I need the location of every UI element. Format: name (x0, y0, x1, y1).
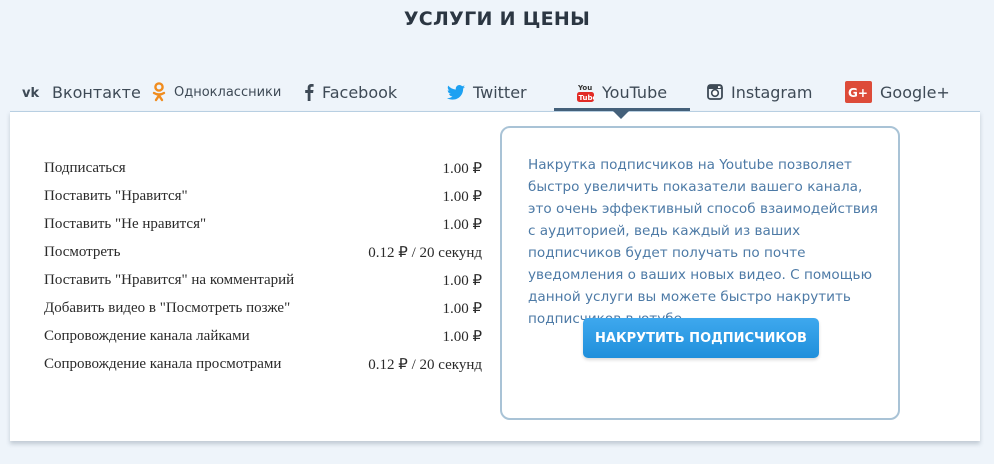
service-name: Добавить видео в "Посмотреть позже" (44, 299, 291, 316)
list-item: Добавить видео в "Посмотреть позже" 1.00… (44, 294, 482, 322)
vk-icon: vk (22, 85, 44, 99)
instagram-icon (707, 84, 723, 100)
tab-label: YouTube (602, 82, 668, 102)
service-price: 1.00 ₽ (442, 328, 482, 345)
list-item: Сопровождение канала лайками 1.00 ₽ (44, 322, 482, 350)
youtube-icon: You Tube (577, 82, 594, 102)
list-item: Подписаться 1.00 ₽ (44, 154, 482, 182)
tab-label: Одноклассники (174, 84, 282, 100)
tab-label: Google+ (880, 82, 950, 102)
boost-subscribers-button[interactable]: НАКРУТИТЬ ПОДПИСЧИКОВ (583, 318, 819, 358)
svg-text:Tube: Tube (579, 94, 595, 102)
info-box: Накрутка подписчиков на Youtube позволяе… (500, 126, 900, 420)
tab-label: Facebook (322, 82, 398, 102)
service-price: 1.00 ₽ (442, 160, 482, 177)
tab-youtube[interactable]: You Tube YouTube (577, 72, 667, 112)
service-price: 1.00 ₽ (442, 300, 482, 317)
service-price: 0.12 ₽ / 20 секунд (368, 356, 482, 373)
service-name: Посмотреть (44, 243, 121, 260)
facebook-icon (304, 83, 314, 101)
list-item: Сопровождение канала просмотрами 0.12 ₽ … (44, 350, 482, 378)
service-name: Сопровождение канала просмотрами (44, 355, 282, 372)
list-item: Поставить "Нравится" на комментарий 1.00… (44, 266, 482, 294)
price-list: Подписаться 1.00 ₽ Поставить "Нравится" … (44, 154, 482, 378)
social-tabs: vk Вконтакте Одноклассники Facebook Twit… (0, 72, 994, 112)
service-price: 0.12 ₽ / 20 секунд (368, 244, 482, 261)
svg-text:vk: vk (22, 86, 39, 99)
google-plus-icon: G+ (845, 81, 872, 103)
list-item: Посмотреть 0.12 ₽ / 20 секунд (44, 238, 482, 266)
tab-label: Вконтакте (52, 82, 141, 102)
service-name: Поставить "Нравится" на комментарий (44, 271, 295, 288)
tab-vkontakte[interactable]: vk Вконтакте (22, 72, 141, 112)
service-price: 1.00 ₽ (442, 188, 482, 205)
service-name: Поставить "Не нравится" (44, 215, 207, 232)
list-item: Поставить "Нравится" 1.00 ₽ (44, 182, 482, 210)
svg-text:You: You (577, 84, 592, 92)
tab-label: Instagram (731, 82, 813, 102)
tab-instagram[interactable]: Instagram (707, 72, 812, 112)
odnoklassniki-icon (152, 82, 166, 102)
tab-twitter[interactable]: Twitter (447, 72, 527, 112)
svg-text:G+: G+ (848, 86, 868, 100)
tab-facebook[interactable]: Facebook (304, 72, 397, 112)
service-price: 1.00 ₽ (442, 216, 482, 233)
service-name: Сопровождение канала лайками (44, 327, 250, 344)
twitter-icon (447, 84, 465, 100)
page-title: УСЛУГИ И ЦЕНЫ (403, 8, 591, 30)
tab-google-plus[interactable]: G+ Google+ (845, 72, 950, 112)
service-price: 1.00 ₽ (442, 272, 482, 289)
info-description: Накрутка подписчиков на Youtube позволяе… (528, 157, 878, 327)
tab-odnoklassniki[interactable]: Одноклассники (152, 72, 281, 112)
list-item: Поставить "Не нравится" 1.00 ₽ (44, 210, 482, 238)
service-name: Подписаться (44, 159, 126, 176)
tab-label: Twitter (473, 82, 527, 102)
service-name: Поставить "Нравится" (44, 187, 188, 204)
active-tab-caret (613, 111, 629, 119)
